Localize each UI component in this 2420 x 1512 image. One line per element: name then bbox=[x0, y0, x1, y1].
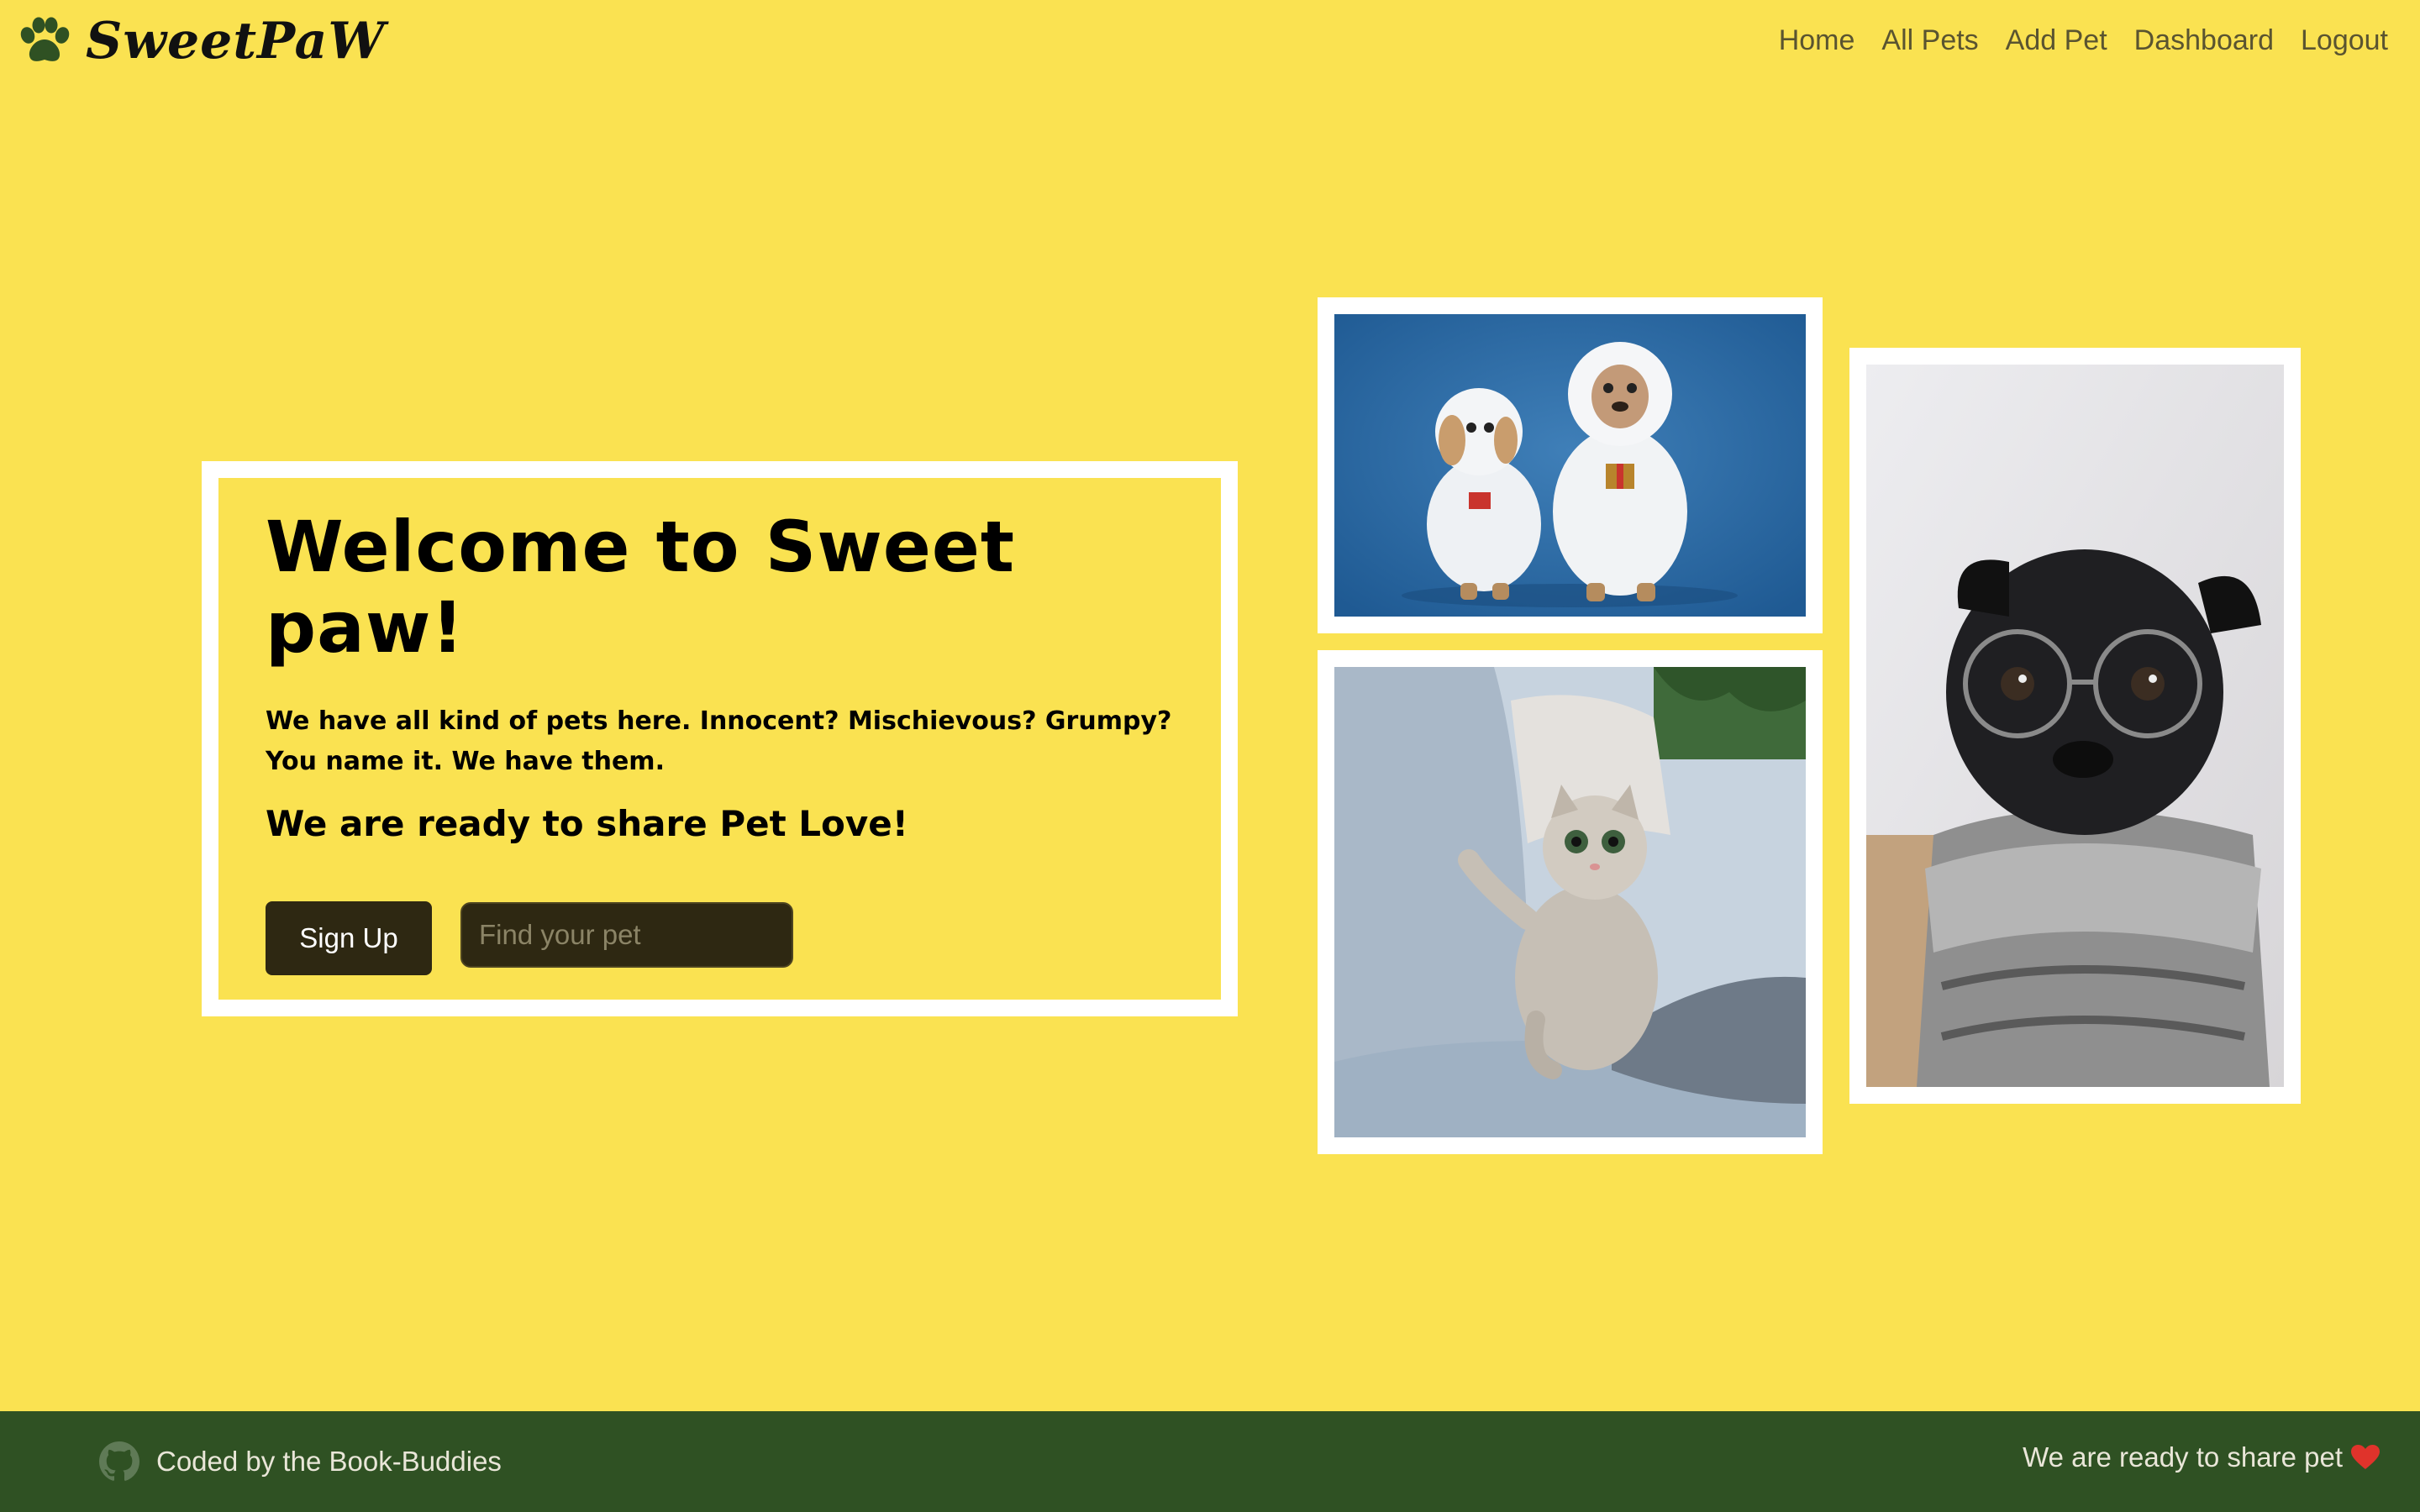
photo-kitten-on-couch bbox=[1318, 650, 1823, 1154]
pug-photo-image bbox=[1866, 365, 2284, 1087]
signup-button[interactable]: Sign Up bbox=[266, 901, 432, 975]
nav-link-all-pets[interactable]: All Pets bbox=[1881, 20, 1978, 60]
main-nav: Home All Pets Add Pet Dashboard Logout bbox=[1779, 20, 2388, 60]
heart-icon bbox=[2351, 1445, 2380, 1469]
dogs-photo-image bbox=[1334, 314, 1806, 617]
welcome-title: Welcome to Sweet paw! bbox=[266, 506, 1015, 669]
footer-credit-group: Coded by the Book-Buddies bbox=[99, 1441, 502, 1482]
welcome-card: Welcome to Sweet paw! We have all kind o… bbox=[202, 461, 1238, 1016]
welcome-description: We have all kind of pets here. Innocent?… bbox=[266, 706, 1172, 776]
site-header: SweetPaW Home All Pets Add Pet Dashboard… bbox=[0, 0, 2420, 81]
footer-credit-text: Coded by the Book-Buddies bbox=[156, 1446, 502, 1477]
photo-dogs-in-costumes bbox=[1318, 297, 1823, 633]
github-icon[interactable] bbox=[99, 1441, 139, 1482]
kitten-photo-image bbox=[1334, 667, 1806, 1137]
welcome-tagline: We are ready to share Pet Love! bbox=[266, 803, 908, 844]
photo-pug-with-glasses bbox=[1849, 348, 2301, 1104]
nav-link-add-pet[interactable]: Add Pet bbox=[2006, 20, 2107, 60]
nav-link-dashboard[interactable]: Dashboard bbox=[2134, 20, 2274, 60]
brand-name: SweetPaW bbox=[86, 12, 386, 71]
brand-logo-link[interactable]: SweetPaW bbox=[18, 12, 386, 71]
footer-tagline-text: We are ready to share pet bbox=[2023, 1441, 2343, 1473]
footer-tagline-group: We are ready to share pet bbox=[2023, 1441, 2380, 1473]
nav-link-logout[interactable]: Logout bbox=[2301, 20, 2388, 60]
find-pet-search-input[interactable] bbox=[460, 902, 793, 968]
paw-icon bbox=[20, 17, 70, 61]
nav-link-home[interactable]: Home bbox=[1779, 20, 1855, 60]
site-footer: Coded by the Book-Buddies We are ready t… bbox=[0, 1411, 2420, 1512]
